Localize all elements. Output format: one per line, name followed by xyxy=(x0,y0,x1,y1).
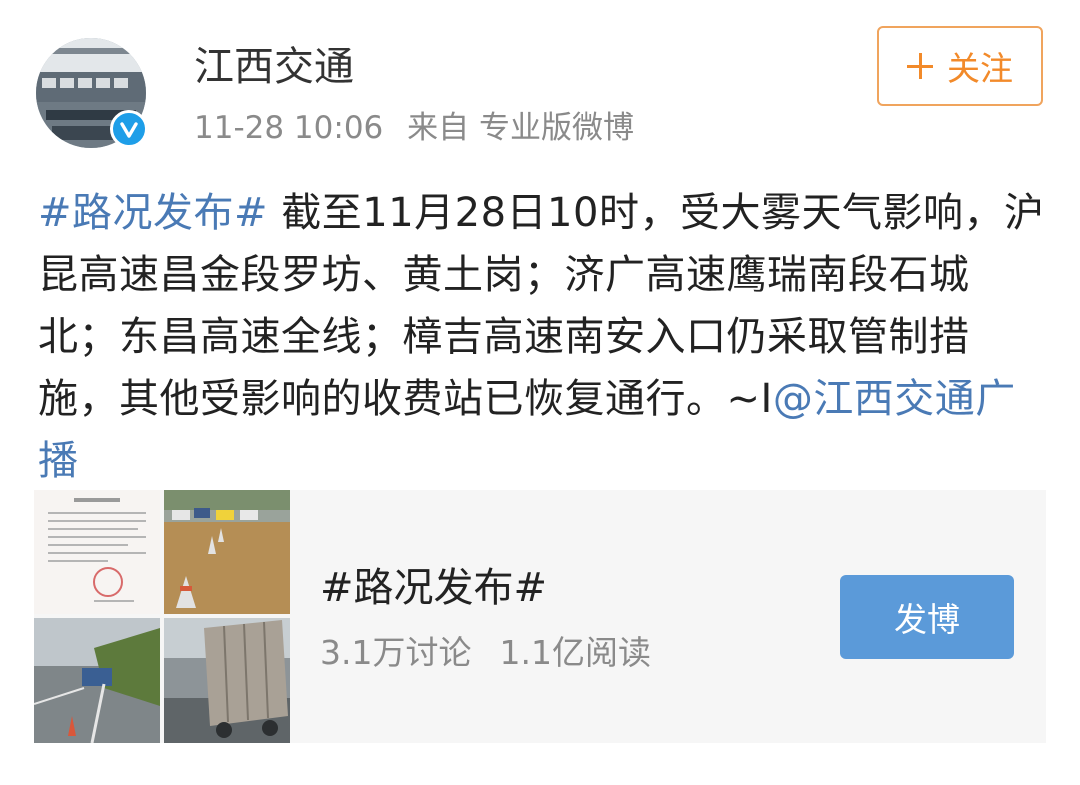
post-time: 11-28 10:06 xyxy=(194,110,384,146)
truck-image xyxy=(164,618,290,743)
post-header: 江西交通 11-28 10:06 来自 专业版微博 关注 xyxy=(0,0,1080,160)
notice-document-image xyxy=(34,490,160,614)
follow-button[interactable]: 关注 xyxy=(877,26,1043,106)
post-to-topic-button[interactable]: 发博 xyxy=(840,575,1014,659)
post-body: #路况发布# 截至11月28日10时，受大雾天气影响，沪昆高速昌金段罗坊、黄土岗… xyxy=(38,182,1048,492)
follow-label: 关注 xyxy=(947,49,1013,88)
topic-thumbnails xyxy=(34,490,290,743)
post-hashtag-link[interactable]: #路况发布# xyxy=(38,190,268,236)
topic-card[interactable]: #路况发布# 3.1万讨论 1.1亿阅读 发博 xyxy=(34,490,1046,743)
topic-stats: 3.1万讨论 1.1亿阅读 xyxy=(320,630,651,676)
topic-discussion-count: 3.1万讨论 xyxy=(320,633,472,672)
username[interactable]: 江西交通 xyxy=(194,40,354,94)
post-source: 来自 专业版微博 xyxy=(407,110,634,146)
road-cones-image xyxy=(164,490,290,614)
topic-read-count: 1.1亿阅读 xyxy=(499,633,651,672)
plus-icon xyxy=(907,53,933,79)
topic-title[interactable]: #路况发布# xyxy=(320,560,547,616)
highway-image xyxy=(34,618,160,743)
post-meta: 11-28 10:06 来自 专业版微博 xyxy=(194,106,634,150)
verified-badge-icon xyxy=(110,110,148,148)
